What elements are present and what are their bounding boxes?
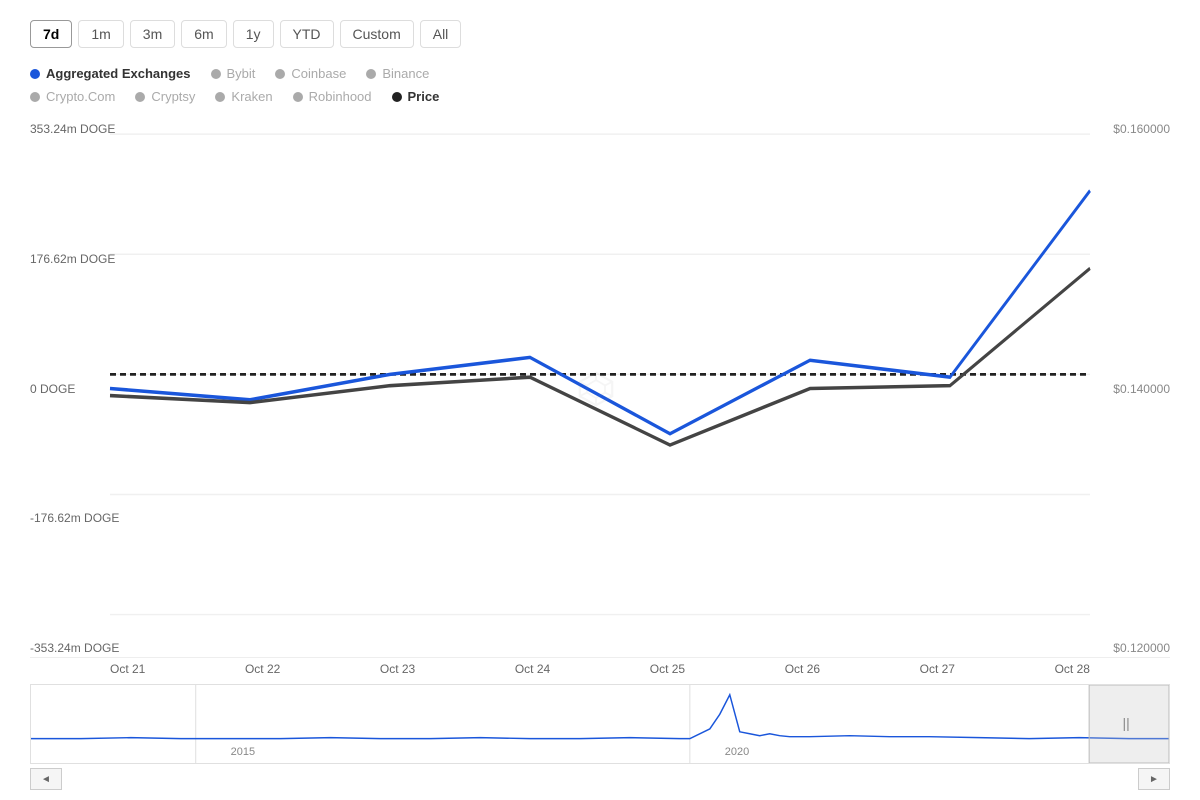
legend-label: Kraken <box>231 89 272 104</box>
legend-dot <box>366 69 376 79</box>
legend-dot <box>392 92 402 102</box>
legend-label: Binance <box>382 66 429 81</box>
main-container: 7d1m3m6m1yYTDCustomAll Aggregated Exchan… <box>0 0 1200 800</box>
legend-item-robinhood[interactable]: Robinhood <box>293 89 372 104</box>
time-btn-6m[interactable]: 6m <box>181 20 226 48</box>
time-btn-7d[interactable]: 7d <box>30 20 72 48</box>
legend-dot <box>275 69 285 79</box>
time-btn-ytd[interactable]: YTD <box>280 20 334 48</box>
legend-dot <box>211 69 221 79</box>
x-axis-label-3: Oct 24 <box>515 662 550 676</box>
legend-label: Crypto.Com <box>46 89 115 104</box>
legend-item-bybit[interactable]: Bybit <box>211 66 256 81</box>
x-axis-label-1: Oct 22 <box>245 662 280 676</box>
legend-dot <box>293 92 303 102</box>
legend-item-aggregated-exchanges[interactable]: Aggregated Exchanges <box>30 66 191 81</box>
legend-item-price[interactable]: Price <box>392 89 440 104</box>
legend-item-kraken[interactable]: Kraken <box>215 89 272 104</box>
legend-dot <box>215 92 225 102</box>
time-btn-custom[interactable]: Custom <box>340 20 414 48</box>
legend-item-coinbase[interactable]: Coinbase <box>275 66 346 81</box>
legend-item-cryptsy[interactable]: Cryptsy <box>135 89 195 104</box>
nav-left-arrow[interactable]: ◄ <box>30 768 62 790</box>
legend-item-binance[interactable]: Binance <box>366 66 429 81</box>
legend-label: Aggregated Exchanges <box>46 66 191 81</box>
x-axis-label-7: Oct 28 <box>1055 662 1090 676</box>
legend-label: Cryptsy <box>151 89 195 104</box>
price-line <box>110 268 1090 445</box>
chart-svg <box>30 120 1170 657</box>
time-range-selector: 7d1m3m6m1yYTDCustomAll <box>30 20 1170 48</box>
x-axis-label-0: Oct 21 <box>110 662 145 676</box>
svg-text:2020: 2020 <box>725 746 749 758</box>
x-axis-label-4: Oct 25 <box>650 662 685 676</box>
legend-label: Robinhood <box>309 89 372 104</box>
aggregated-exchanges-line <box>110 191 1090 434</box>
legend-label: Coinbase <box>291 66 346 81</box>
legend-dot <box>135 92 145 102</box>
x-axis-label-6: Oct 27 <box>920 662 955 676</box>
time-btn-3m[interactable]: 3m <box>130 20 175 48</box>
time-btn-1y[interactable]: 1y <box>233 20 274 48</box>
mini-chart[interactable]: || 2015 2020 <box>30 684 1170 764</box>
legend-item-crypto-com[interactable]: Crypto.Com <box>30 89 115 104</box>
mini-nav: ◄ ► <box>30 768 1170 790</box>
legend-label: Price <box>408 89 440 104</box>
nav-right-arrow[interactable]: ► <box>1138 768 1170 790</box>
time-btn-all[interactable]: All <box>420 20 462 48</box>
legend-dot <box>30 69 40 79</box>
svg-text:||: || <box>1122 715 1129 731</box>
legend-label: Bybit <box>227 66 256 81</box>
legend-dot <box>30 92 40 102</box>
chart-area: 353.24m DOGE176.62m DOGE0 DOGE-176.62m D… <box>30 120 1170 790</box>
chart-legend: Aggregated Exchanges Bybit Coinbase Binance… <box>30 66 1170 104</box>
time-btn-1m[interactable]: 1m <box>78 20 123 48</box>
x-axis-label-5: Oct 26 <box>785 662 820 676</box>
x-axis: Oct 21 Oct 22 Oct 23 Oct 24 Oct 25 Oct 26 Oct … <box>30 658 1170 676</box>
svg-text:2015: 2015 <box>231 746 255 758</box>
main-chart: 353.24m DOGE176.62m DOGE0 DOGE-176.62m D… <box>30 120 1170 658</box>
x-axis-label-2: Oct 23 <box>380 662 415 676</box>
